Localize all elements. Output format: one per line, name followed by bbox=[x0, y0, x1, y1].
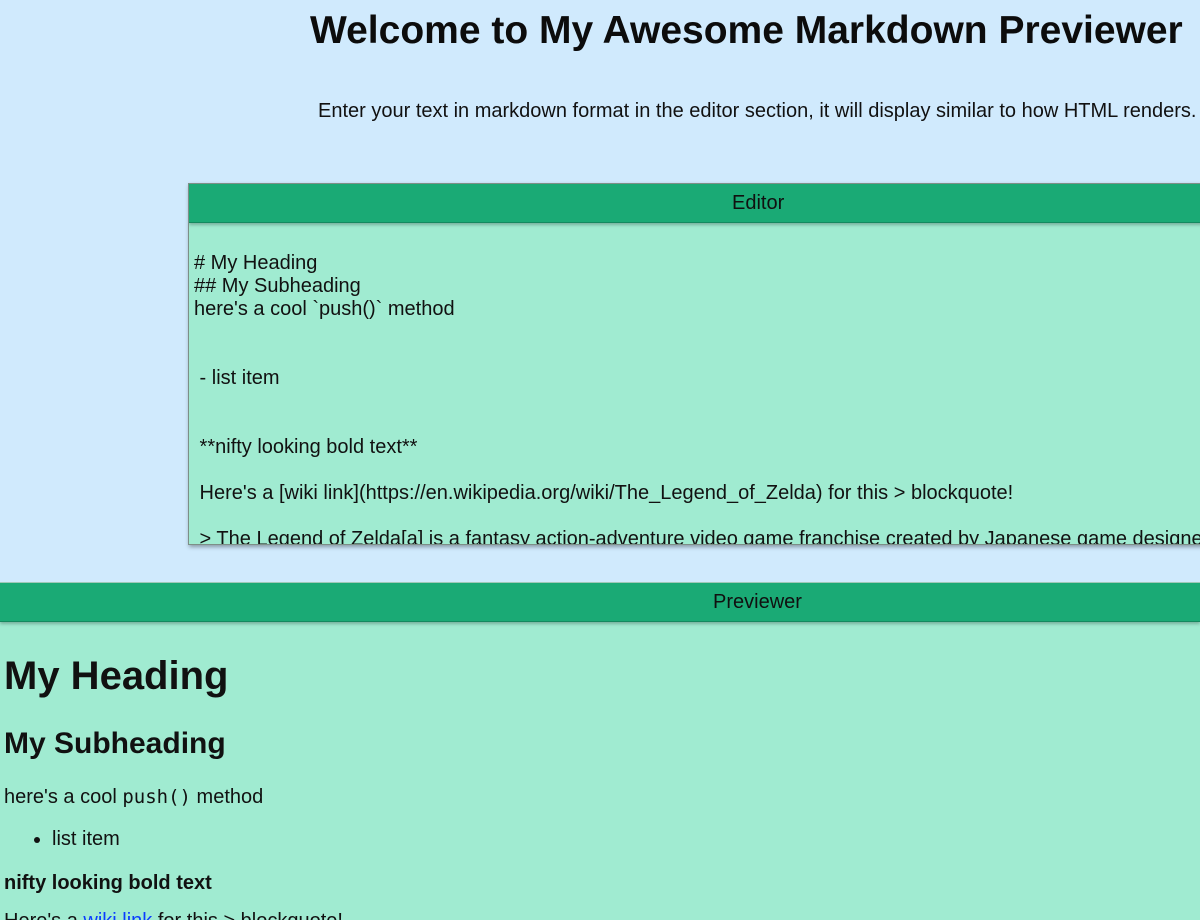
previewer-panel: Previewer My Heading My Subheading here'… bbox=[0, 582, 1200, 920]
preview-paragraph-link: Here's a wiki link for this > blockquote… bbox=[4, 908, 343, 920]
editor-textarea[interactable] bbox=[189, 224, 1200, 544]
preview-inline-code: push() bbox=[122, 786, 191, 808]
preview-subheading: My Subheading bbox=[4, 727, 226, 760]
list-item: list item bbox=[52, 826, 120, 852]
preview-link-suffix: for this > blockquote! bbox=[152, 910, 343, 920]
preview-paragraph-code: here's a cool push() method bbox=[4, 784, 263, 810]
previewer-header: Previewer bbox=[0, 582, 1200, 622]
preview-heading: My Heading bbox=[4, 654, 229, 698]
editor-panel: Editor bbox=[188, 183, 1200, 545]
page: Welcome to My Awesome Markdown Previewer… bbox=[0, 0, 1200, 920]
preview-link-prefix: Here's a bbox=[4, 910, 83, 920]
preview-code-prefix: here's a cool bbox=[4, 786, 123, 808]
editor-header: Editor bbox=[189, 184, 1200, 223]
preview-code-suffix: method bbox=[190, 786, 264, 808]
preview-list: list item bbox=[4, 826, 120, 852]
preview-bold-text: nifty looking bold text bbox=[4, 872, 212, 894]
page-subtitle: Enter your text in markdown format in th… bbox=[318, 100, 1197, 122]
wiki-link[interactable]: wiki link bbox=[83, 910, 152, 920]
page-title: Welcome to My Awesome Markdown Previewer bbox=[310, 9, 1183, 52]
